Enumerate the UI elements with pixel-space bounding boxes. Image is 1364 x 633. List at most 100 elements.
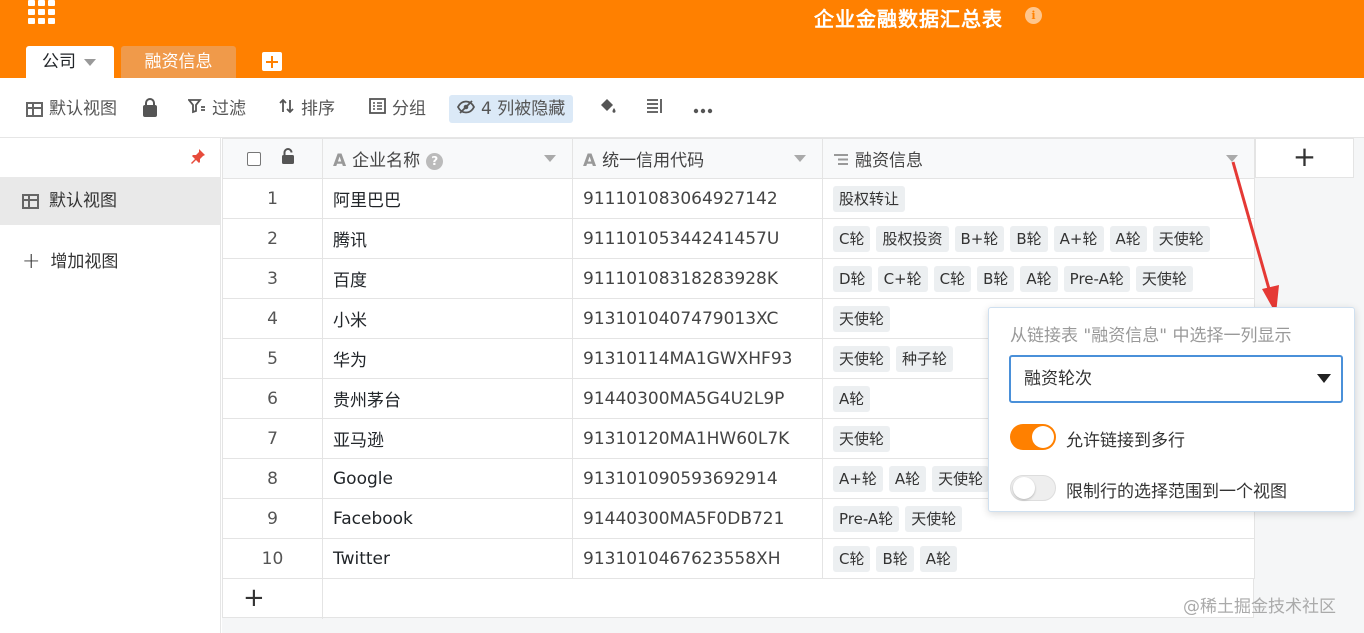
cell-company-name[interactable]: Google [322, 458, 573, 499]
row-number: 10 [222, 538, 323, 579]
table-row[interactable]: 2 腾讯 91110105344241457U C轮 股权投资 B+轮 B轮 A+轮 A轮 天使轮 [222, 218, 1255, 259]
allow-multi-link-label: 允许链接到多行 [1066, 431, 1185, 451]
chevron-down-icon[interactable] [544, 155, 556, 162]
sidebar-item-add-view[interactable]: + 增加视图 [0, 238, 220, 286]
fill-color-button[interactable] [598, 95, 623, 123]
more-button[interactable] [693, 95, 719, 123]
column-settings-popup: 从链接表 "融资信息" 中选择一列显示 融资轮次 允许链接到多行 限制行的选择范… [988, 307, 1355, 512]
link-tag[interactable]: 天使轮 [905, 505, 963, 532]
lock-button[interactable] [143, 95, 163, 123]
link-tag[interactable]: A轮 [919, 545, 958, 572]
link-tag[interactable]: C轮 [833, 225, 871, 252]
link-tag[interactable]: 股权转让 [833, 185, 906, 212]
link-tag[interactable]: 天使轮 [932, 465, 990, 492]
link-tag[interactable]: 天使轮 [833, 425, 891, 452]
allow-multi-link-toggle[interactable] [1010, 424, 1056, 450]
table-row[interactable]: 3 百度 91110108318283928K D轮 C+轮 C轮 B轮 A轮 Pre-A轮 天使… [222, 258, 1255, 299]
link-tag[interactable]: A+轮 [1053, 225, 1104, 252]
link-tag[interactable]: A轮 [1020, 265, 1058, 292]
link-tag[interactable]: D轮 [833, 265, 872, 292]
add-column-button[interactable]: + [1255, 138, 1354, 178]
link-tag[interactable]: 天使轮 [833, 305, 891, 332]
row-height-button[interactable] [646, 95, 670, 123]
row-number: 8 [222, 458, 323, 499]
add-tab-button[interactable] [262, 52, 282, 71]
pin-icon[interactable] [190, 148, 206, 168]
view-selector[interactable]: 默认视图 [26, 95, 117, 123]
link-tag[interactable]: Pre-A轮 [833, 505, 900, 532]
link-tag[interactable]: 天使轮 [833, 345, 891, 372]
cell-credit-code[interactable]: 91110108318283928K [572, 258, 823, 299]
column-header-company-name[interactable]: A 企业名称? [322, 138, 573, 179]
plus-icon: + [22, 249, 41, 274]
table-icon [22, 193, 39, 209]
tab-company[interactable]: 公司 [26, 46, 114, 78]
lock-icon[interactable] [281, 147, 295, 170]
table-row[interactable]: 10 Twitter 9131010467623558XH C轮 B轮 A轮 [222, 538, 1255, 579]
cell-financing-info[interactable]: C轮 股权投资 B+轮 B轮 A+轮 A轮 天使轮 [822, 218, 1255, 259]
sidebar-item-default-view[interactable]: 默认视图 [0, 177, 220, 225]
more-icon [693, 95, 713, 123]
cell-company-name[interactable]: 亚马逊 [322, 418, 573, 459]
cell-credit-code[interactable]: 913101090593692914 [572, 458, 823, 499]
cell-credit-code[interactable]: 91110105344241457U [572, 218, 823, 259]
apps-grid-icon[interactable] [28, 0, 55, 24]
cell-company-name[interactable]: Twitter [322, 538, 573, 579]
link-tag[interactable]: Pre-A轮 [1063, 265, 1130, 292]
filter-button[interactable]: 过滤 [187, 95, 246, 123]
help-icon[interactable]: ? [426, 152, 444, 170]
link-tag[interactable]: 天使轮 [1152, 225, 1210, 252]
link-tag[interactable]: A轮 [833, 385, 871, 412]
cell-company-name[interactable]: 贵州茅台 [322, 378, 573, 419]
cell-company-name[interactable]: 阿里巴巴 [322, 178, 573, 219]
cell-company-name[interactable]: 华为 [322, 338, 573, 379]
link-tag[interactable]: 股权投资 [876, 225, 949, 252]
cell-credit-code[interactable]: 91310114MA1GWXHF93 [572, 338, 823, 379]
chevron-down-icon[interactable] [794, 155, 806, 162]
row-number: 6 [222, 378, 323, 419]
table-row[interactable]: 1 阿里巴巴 911101083064927142 股权转让 [222, 178, 1255, 219]
cell-financing-info[interactable]: C轮 B轮 A轮 [822, 538, 1255, 579]
limit-to-view-toggle[interactable] [1010, 475, 1056, 501]
link-tag[interactable]: A轮 [888, 465, 927, 492]
row-number: 5 [222, 338, 323, 379]
link-tag[interactable]: A轮 [1109, 225, 1147, 252]
display-column-select[interactable]: 融资轮次 [1009, 355, 1343, 403]
select-all-checkbox[interactable] [247, 151, 261, 166]
cell-financing-info[interactable]: D轮 C+轮 C轮 B轮 A轮 Pre-A轮 天使轮 [822, 258, 1255, 299]
column-header-credit-code[interactable]: A 统一信用代码 [572, 138, 823, 179]
info-icon[interactable]: i [1025, 7, 1042, 24]
link-tag[interactable]: B轮 [1010, 225, 1048, 252]
cell-credit-code[interactable]: 91440300MA5G4U2L9P [572, 378, 823, 419]
link-list-icon [833, 151, 849, 171]
add-row-button[interactable]: + [222, 578, 1254, 619]
cell-credit-code[interactable]: 9131010467623558XH [572, 538, 823, 579]
link-tag[interactable]: B+轮 [954, 225, 1005, 252]
cell-company-name[interactable]: Facebook [322, 498, 573, 539]
cell-credit-code[interactable]: 91310120MA1HW60L7K [572, 418, 823, 459]
link-tag[interactable]: 种子轮 [896, 345, 954, 372]
cell-credit-code[interactable]: 91440300MA5F0DB721 [572, 498, 823, 539]
cell-credit-code[interactable]: 9131010407479013XC [572, 298, 823, 339]
cell-financing-info[interactable]: 股权转让 [822, 178, 1255, 219]
link-tag[interactable]: C轮 [933, 265, 972, 292]
tab-financing-info[interactable]: 融资信息 [121, 46, 236, 78]
link-tag[interactable]: C轮 [833, 545, 871, 572]
chevron-down-icon[interactable] [1226, 155, 1238, 162]
sort-button[interactable]: 排序 [279, 95, 335, 123]
hidden-columns-button[interactable]: 4 列被隐藏 [449, 95, 574, 123]
sort-label: 排序 [301, 99, 335, 119]
link-tag[interactable]: 天使轮 [1135, 265, 1193, 292]
chevron-down-icon[interactable] [84, 58, 96, 66]
link-tag[interactable]: A+轮 [833, 465, 883, 492]
cell-company-name[interactable]: 腾讯 [322, 218, 573, 259]
table-header-row: A 企业名称? A 统一信用代码 融资信息 [222, 138, 1255, 179]
cell-credit-code[interactable]: 911101083064927142 [572, 178, 823, 219]
cell-company-name[interactable]: 小米 [322, 298, 573, 339]
link-tag[interactable]: B轮 [876, 545, 914, 572]
group-button[interactable]: 分组 [369, 95, 426, 123]
column-header-financing-info[interactable]: 融资信息 [822, 138, 1255, 179]
link-tag[interactable]: B轮 [977, 265, 1015, 292]
link-tag[interactable]: C+轮 [877, 265, 928, 292]
cell-company-name[interactable]: 百度 [322, 258, 573, 299]
